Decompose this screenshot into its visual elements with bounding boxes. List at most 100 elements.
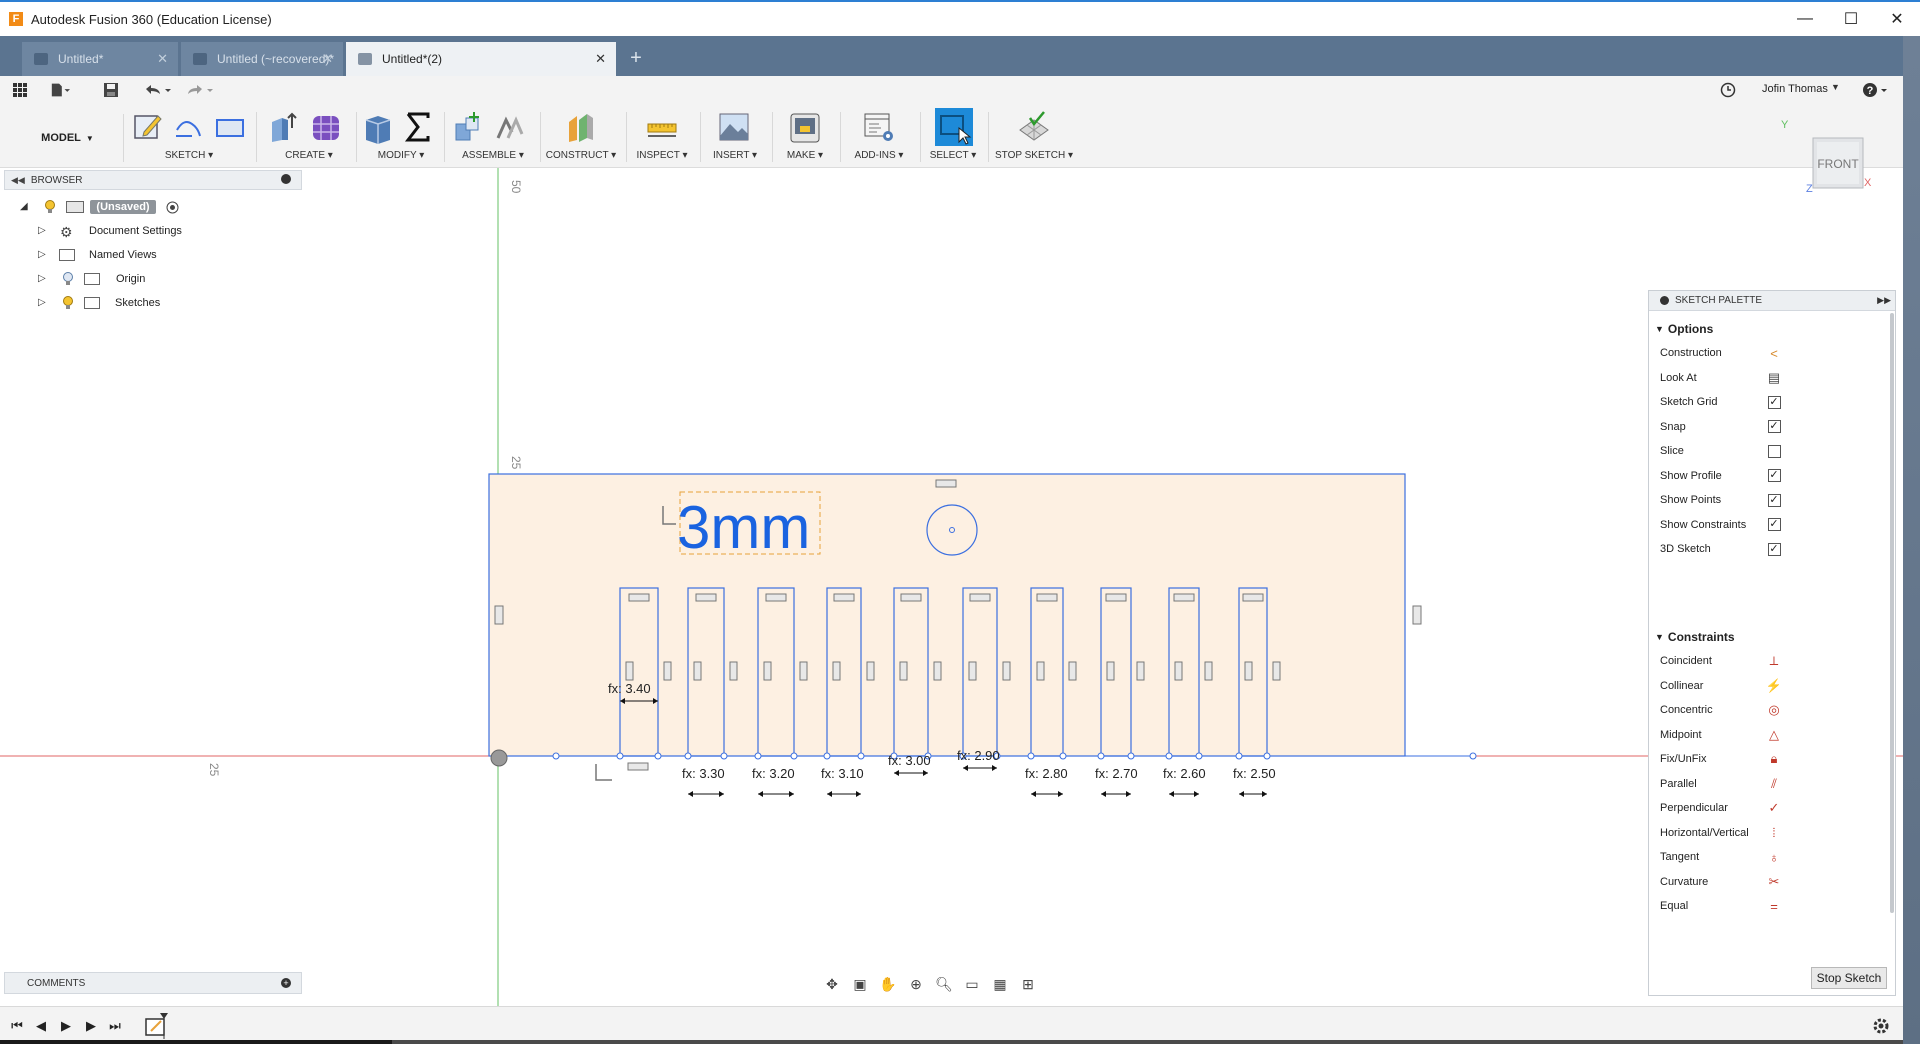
palette-option-show-points[interactable]: Show Points ✓ xyxy=(1660,490,1880,510)
vertical-constraint-icon[interactable] xyxy=(933,661,942,681)
sketch-point[interactable] xyxy=(1127,752,1135,760)
dimension-label[interactable]: fx: 3.40 xyxy=(608,681,651,696)
sketch-point[interactable] xyxy=(654,752,662,760)
go-to-start-icon[interactable]: ⏮ xyxy=(8,1017,26,1035)
file-menu-icon[interactable] xyxy=(50,80,70,100)
vertical-constraint-icon[interactable] xyxy=(1244,661,1253,681)
lock-icon[interactable]: 🔒︎ xyxy=(1767,751,1781,766)
toolbar-group-inspect[interactable]: INSPECT ▾ xyxy=(628,106,696,166)
vertical-constraint-icon[interactable] xyxy=(1136,661,1145,681)
palette-option-construction[interactable]: Construction < xyxy=(1660,343,1880,363)
horizontal-constraint-icon[interactable] xyxy=(900,593,922,602)
vertical-constraint-icon[interactable] xyxy=(1002,661,1011,681)
data-panel-grid-icon[interactable] xyxy=(10,80,30,100)
zoom-icon[interactable]: ⊕ xyxy=(904,974,928,994)
browser-root-unsaved[interactable]: ◢ (Unsaved) xyxy=(0,197,300,217)
vertical-constraint-icon[interactable] xyxy=(763,661,772,681)
toolbar-group-construct[interactable]: CONSTRUCT ▾ xyxy=(544,106,618,166)
step-back-icon[interactable]: ◀ xyxy=(32,1017,50,1035)
expand-triangle-icon[interactable]: ▷ xyxy=(38,226,48,236)
horizontal-constraint-icon[interactable] xyxy=(1173,593,1195,602)
look-at-icon[interactable]: ▤ xyxy=(1767,370,1781,385)
measure-icon[interactable] xyxy=(646,110,678,144)
construction-icon[interactable]: < xyxy=(1767,346,1781,361)
palette-option-look-at[interactable]: Look At ▤ xyxy=(1660,368,1880,388)
checkbox[interactable] xyxy=(1767,444,1781,458)
tangent-icon[interactable]: ♁ xyxy=(1767,850,1781,865)
collapse-arrow-icon[interactable]: ◀◀ xyxy=(11,175,25,186)
sketch-point[interactable] xyxy=(1263,752,1271,760)
extrude-icon[interactable] xyxy=(268,110,300,144)
sketch-point[interactable] xyxy=(616,752,624,760)
checkbox[interactable]: ✓ xyxy=(1767,493,1781,507)
3d-print-icon[interactable] xyxy=(789,110,821,144)
toolbar-group-make[interactable]: MAKE ▾ xyxy=(772,106,838,166)
form-icon[interactable] xyxy=(310,110,342,144)
tab-untitled-2[interactable]: Untitled*(2) ✕ xyxy=(346,42,616,76)
insert-image-icon[interactable] xyxy=(718,110,750,144)
horizontal-vertical-icon[interactable]: ⦙ xyxy=(1767,825,1781,840)
workspace-switcher[interactable]: MODEL ▼ xyxy=(12,114,124,162)
palette-constraint-tangent[interactable]: Tangent ♁ xyxy=(1660,847,1880,867)
sketch-point[interactable] xyxy=(1235,752,1243,760)
vertical-constraint-icon[interactable] xyxy=(625,661,634,681)
sketch-point[interactable] xyxy=(1097,752,1105,760)
new-tab-button[interactable]: + xyxy=(622,44,650,72)
sketch-origin-point[interactable] xyxy=(490,749,508,767)
new-component-icon[interactable] xyxy=(452,110,484,144)
sketch-point[interactable] xyxy=(1165,752,1173,760)
vertical-constraint-icon[interactable] xyxy=(866,661,875,681)
dimension-label[interactable]: fx: 3.00 xyxy=(888,753,931,768)
vertical-constraint-icon[interactable] xyxy=(968,661,977,681)
vertical-constraint-icon[interactable] xyxy=(1068,661,1077,681)
sketch-point[interactable] xyxy=(684,752,692,760)
palette-scrollbar[interactable] xyxy=(1890,313,1894,913)
browser-item-document-settings[interactable]: ▷ ⚙ Document Settings xyxy=(0,221,300,241)
job-status-clock-icon[interactable] xyxy=(1718,80,1738,100)
step-forward-icon[interactable]: ▶ xyxy=(82,1017,100,1035)
vertical-constraint-icon[interactable] xyxy=(832,661,841,681)
select-window-icon[interactable] xyxy=(935,108,973,146)
toolbar-group-modify[interactable]: MODIFY ▾ xyxy=(360,106,442,166)
midpoint-icon[interactable]: △ xyxy=(1767,727,1781,742)
palette-pin-icon[interactable] xyxy=(1660,296,1669,305)
grid-settings-icon[interactable]: ▦ xyxy=(988,974,1012,994)
parameters-sigma-icon[interactable] xyxy=(402,110,434,144)
tab-close-icon[interactable]: ✕ xyxy=(595,51,606,67)
timeline-sketch-feature-icon[interactable] xyxy=(144,1013,172,1039)
dimension-label[interactable]: fx: 3.30 xyxy=(682,766,725,781)
palette-option-sketch-grid[interactable]: Sketch Grid ✓ xyxy=(1660,392,1880,412)
dimension-label[interactable]: fx: 2.60 xyxy=(1163,766,1206,781)
palette-constraint-concentric[interactable]: Concentric ◎ xyxy=(1660,700,1880,720)
comments-panel-header[interactable]: COMMENTS + xyxy=(4,972,302,994)
checkbox[interactable]: ✓ xyxy=(1767,420,1781,434)
view-cube[interactable]: FRONT xyxy=(1809,134,1867,194)
pin-icon[interactable] xyxy=(281,174,291,184)
expand-triangle-icon[interactable]: ▷ xyxy=(38,250,48,260)
horizontal-constraint-icon[interactable] xyxy=(765,593,787,602)
dimension-label[interactable]: fx: 3.20 xyxy=(752,766,795,781)
undo-icon[interactable] xyxy=(142,80,172,100)
horizontal-constraint-icon[interactable] xyxy=(1105,593,1127,602)
tab-close-icon[interactable]: ✕ xyxy=(157,51,168,67)
dimension-label[interactable]: fx: 2.70 xyxy=(1095,766,1138,781)
tab-close-icon[interactable]: ✕ xyxy=(322,51,333,67)
coincident-icon[interactable]: ⟂ xyxy=(1767,653,1781,668)
sketch-point[interactable] xyxy=(1469,752,1477,760)
sketch-point[interactable] xyxy=(790,752,798,760)
vertical-constraint-icon[interactable] xyxy=(1204,661,1213,681)
sketch-point[interactable] xyxy=(1027,752,1035,760)
collinear-icon[interactable]: ⚡ xyxy=(1766,678,1782,693)
palette-constraint-parallel[interactable]: Parallel ⫽ xyxy=(1660,774,1880,794)
user-account-name[interactable]: Jofin Thomas xyxy=(1762,83,1828,95)
horizontal-constraint-icon[interactable] xyxy=(1036,593,1058,602)
perpendicular-icon[interactable]: ✓ xyxy=(1767,800,1781,815)
minimize-button[interactable]: — xyxy=(1782,2,1828,36)
rectangle-icon[interactable] xyxy=(214,110,246,144)
toolbar-group-create[interactable]: CREATE ▾ xyxy=(264,106,354,166)
play-icon[interactable]: ▶ xyxy=(57,1017,75,1035)
sketch-point[interactable] xyxy=(552,752,560,760)
palette-option-show-constraints[interactable]: Show Constraints ✓ xyxy=(1660,515,1880,535)
browser-item-origin[interactable]: ▷ Origin xyxy=(0,269,300,289)
horizontal-constraint-icon[interactable] xyxy=(1242,593,1264,602)
